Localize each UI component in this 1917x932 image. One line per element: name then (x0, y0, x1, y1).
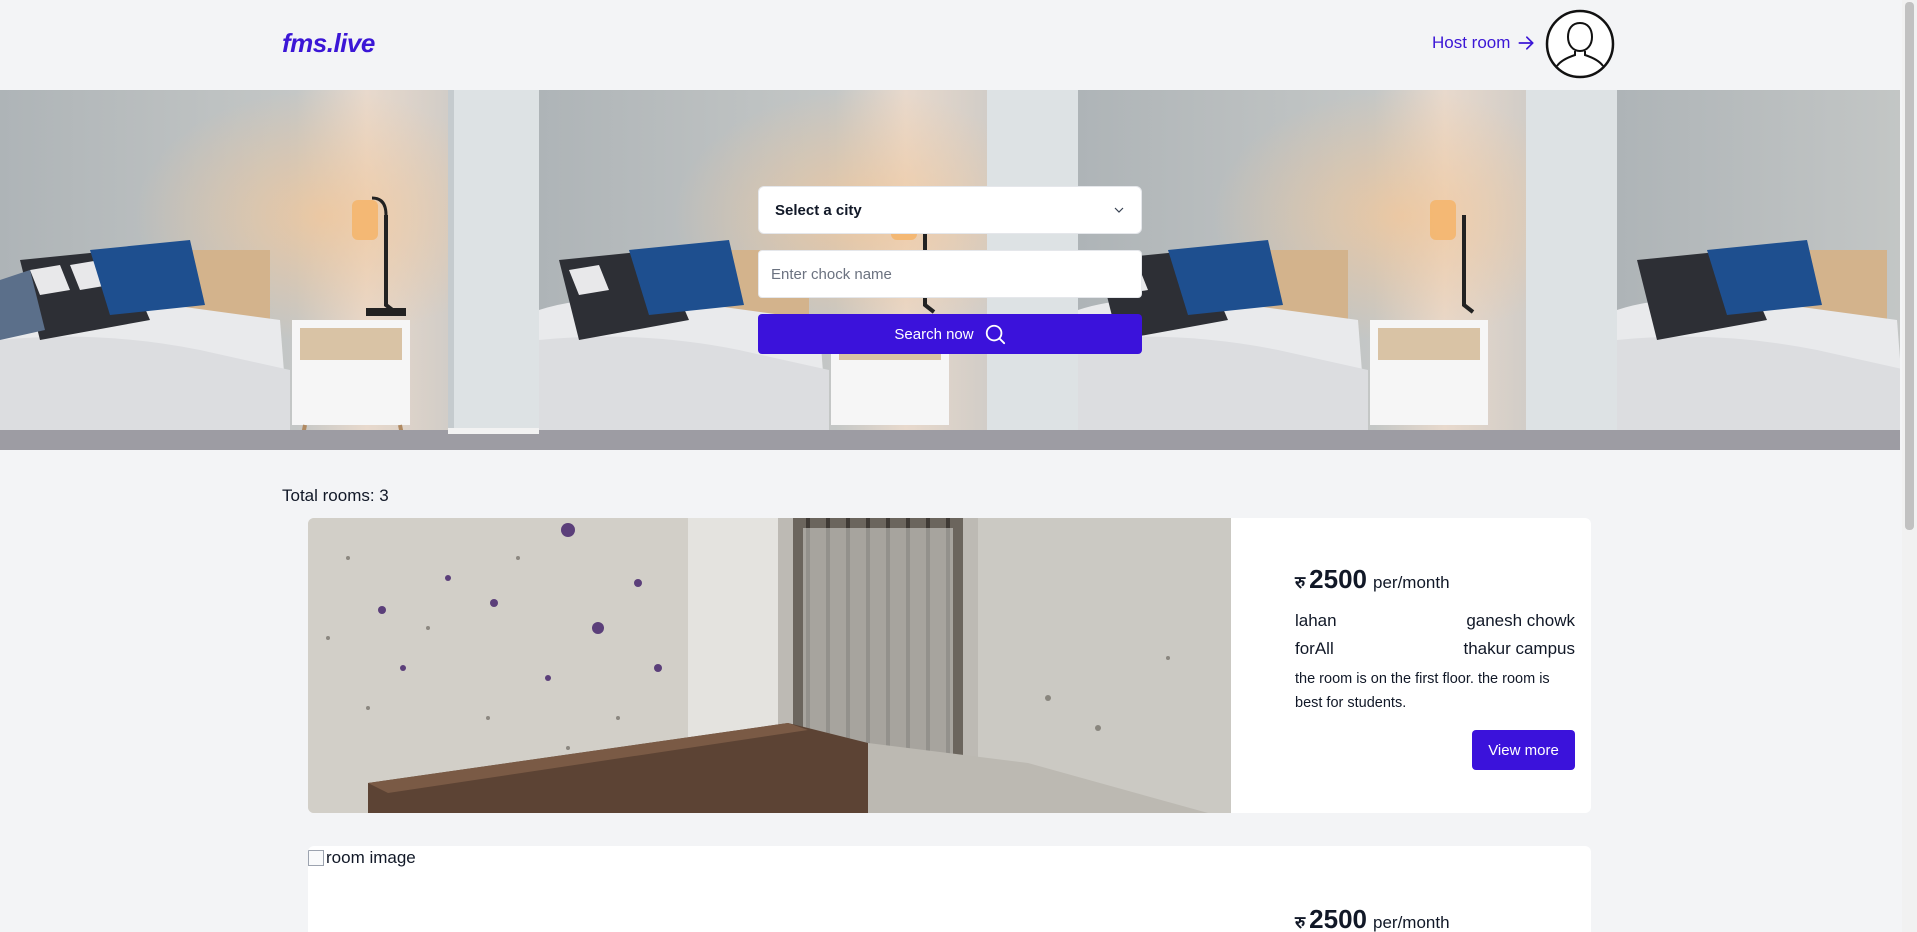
search-icon (985, 324, 1005, 345)
price-period: per/month (1373, 573, 1450, 592)
price-period: per/month (1373, 913, 1450, 932)
room-meta-row: forAll thakur campus (1295, 639, 1575, 659)
room-image-alt: room image (326, 848, 416, 867)
room-price: रु 2500 per/month (1295, 904, 1575, 932)
room-price: रु 2500 per/month (1295, 564, 1575, 595)
city-select-value: Select a city (775, 201, 862, 219)
chevron-down-icon (1114, 207, 1124, 213)
total-rooms: Total rooms: 3 (282, 486, 389, 505)
price-amount: 2500 (1309, 904, 1368, 932)
scrollbar-thumb[interactable] (1905, 2, 1914, 530)
room-location-row: lahan ganesh chowk (1295, 611, 1575, 631)
page-scrollbar[interactable] (1902, 0, 1917, 932)
search-button[interactable]: Search now (758, 314, 1142, 354)
city-select[interactable]: Select a city (758, 186, 1142, 234)
room-card: रु 2500 per/month lahan ganesh chowk for… (308, 518, 1591, 813)
site-logo[interactable]: fms.live (282, 28, 375, 59)
room-city: lahan (1295, 611, 1337, 630)
search-form: Select a city Search now (758, 186, 1142, 354)
room-photo[interactable] (308, 518, 1231, 813)
currency-symbol: रु (1295, 913, 1306, 932)
view-more-button[interactable]: View more (1472, 730, 1575, 770)
room-photo[interactable]: room image (308, 848, 416, 868)
page: fms.live Host room Select a city Enter c… (0, 0, 1900, 932)
bedroom-image (0, 90, 539, 450)
header: fms.live Host room (0, 0, 1900, 90)
room-info: रु 2500 per/month lahan ganesh chowk for… (1295, 564, 1575, 715)
room-info: रु 2500 per/month (1295, 904, 1575, 932)
arrow-right-icon (1518, 36, 1534, 50)
host-room-label: Host room (1432, 33, 1511, 52)
room-card: room image रु 2500 per/month (308, 846, 1591, 932)
room-chock: ganesh chowk (1466, 611, 1575, 630)
user-avatar-icon[interactable] (1545, 9, 1615, 79)
currency-symbol: रु (1295, 573, 1306, 592)
bedroom-image (1078, 90, 1617, 450)
price-amount: 2500 (1309, 564, 1368, 594)
bedroom-image (1617, 90, 1900, 450)
room-landmark: thakur campus (1463, 639, 1576, 658)
host-room-link[interactable]: Host room (1432, 33, 1536, 53)
broken-image-icon (308, 850, 324, 866)
search-button-label: Search now (894, 325, 974, 343)
room-for: forAll (1295, 639, 1334, 658)
room-description: the room is on the first floor. the room… (1295, 671, 1550, 711)
chock-name-input[interactable] (758, 250, 1142, 298)
